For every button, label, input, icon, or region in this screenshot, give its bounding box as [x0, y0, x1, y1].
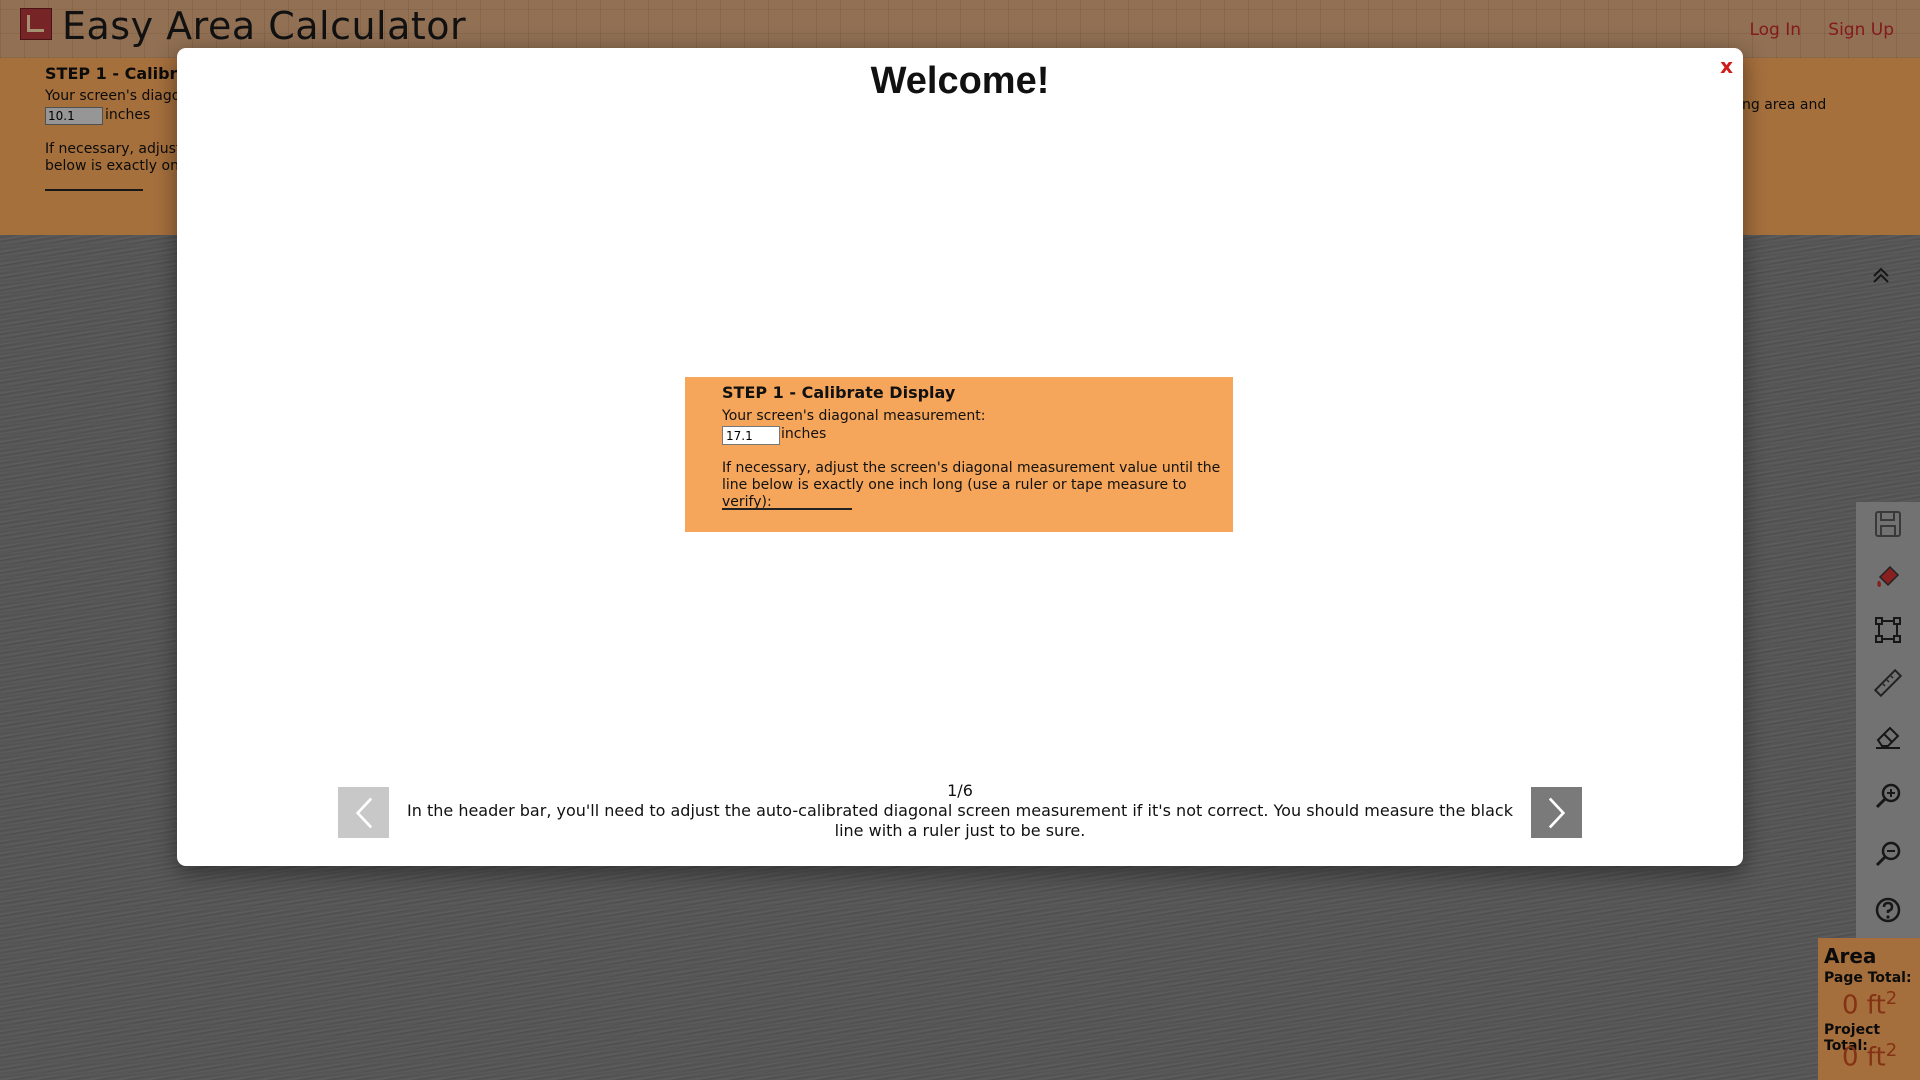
preview-diagonal-unit: inches [781, 426, 827, 442]
preview-diagonal-input [722, 426, 780, 445]
tutorial-caption: In the header bar, you'll need to adjust… [407, 801, 1513, 840]
modal-title: Welcome! [870, 60, 1050, 102]
close-button[interactable]: x [1720, 54, 1733, 78]
welcome-modal: Welcome! x STEP 1 - Calibrate Display Yo… [177, 48, 1743, 866]
next-button[interactable] [1531, 787, 1582, 838]
preview-one-inch-line [722, 508, 852, 510]
previous-button[interactable] [338, 787, 389, 838]
tutorial-preview-image: STEP 1 - Calibrate Display Your screen's… [685, 377, 1233, 532]
preview-step-title: STEP 1 - Calibrate Display [722, 383, 956, 402]
preview-help-text: If necessary, adjust the screen's diagon… [722, 460, 1221, 510]
chevron-right-icon [1548, 797, 1565, 828]
chevron-left-icon [355, 797, 372, 828]
preview-diagonal-label: Your screen's diagonal measurement: [722, 408, 986, 424]
page-counter: 1/6 [947, 781, 973, 800]
